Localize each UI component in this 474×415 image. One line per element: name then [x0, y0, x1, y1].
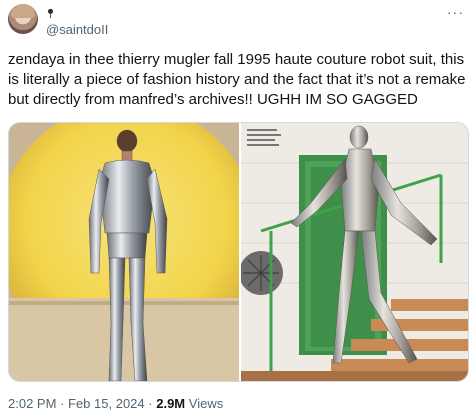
photo-runway[interactable]: [9, 123, 239, 381]
media-grid[interactable]: [8, 122, 469, 382]
photo-runway-illustration: [9, 123, 239, 381]
tweet-footer: 2:02 PM · Feb 15, 2024 · 2.9M Views: [8, 396, 223, 411]
views-count: 2.9M: [156, 396, 186, 411]
rose-emoji-icon: [48, 8, 53, 18]
author-name-row[interactable]: [46, 6, 55, 21]
photo-archive-illustration: [241, 123, 468, 381]
more-horizontal-icon[interactable]: ···: [447, 4, 464, 20]
separator: ·: [60, 396, 65, 411]
author-handle[interactable]: @saintdoII: [46, 22, 108, 37]
separator-2: ·: [148, 396, 153, 411]
photo-archive[interactable]: [241, 123, 468, 381]
avatar[interactable]: [8, 4, 38, 34]
views-label: Views: [188, 396, 224, 411]
tweet-text: zendaya in thee thierry mugler fall 1995…: [8, 51, 466, 108]
tweet-date[interactable]: Feb 15, 2024: [68, 396, 145, 411]
tweet-time[interactable]: 2:02 PM: [8, 396, 56, 411]
tweet-header: @saintdoII ···: [0, 0, 474, 40]
